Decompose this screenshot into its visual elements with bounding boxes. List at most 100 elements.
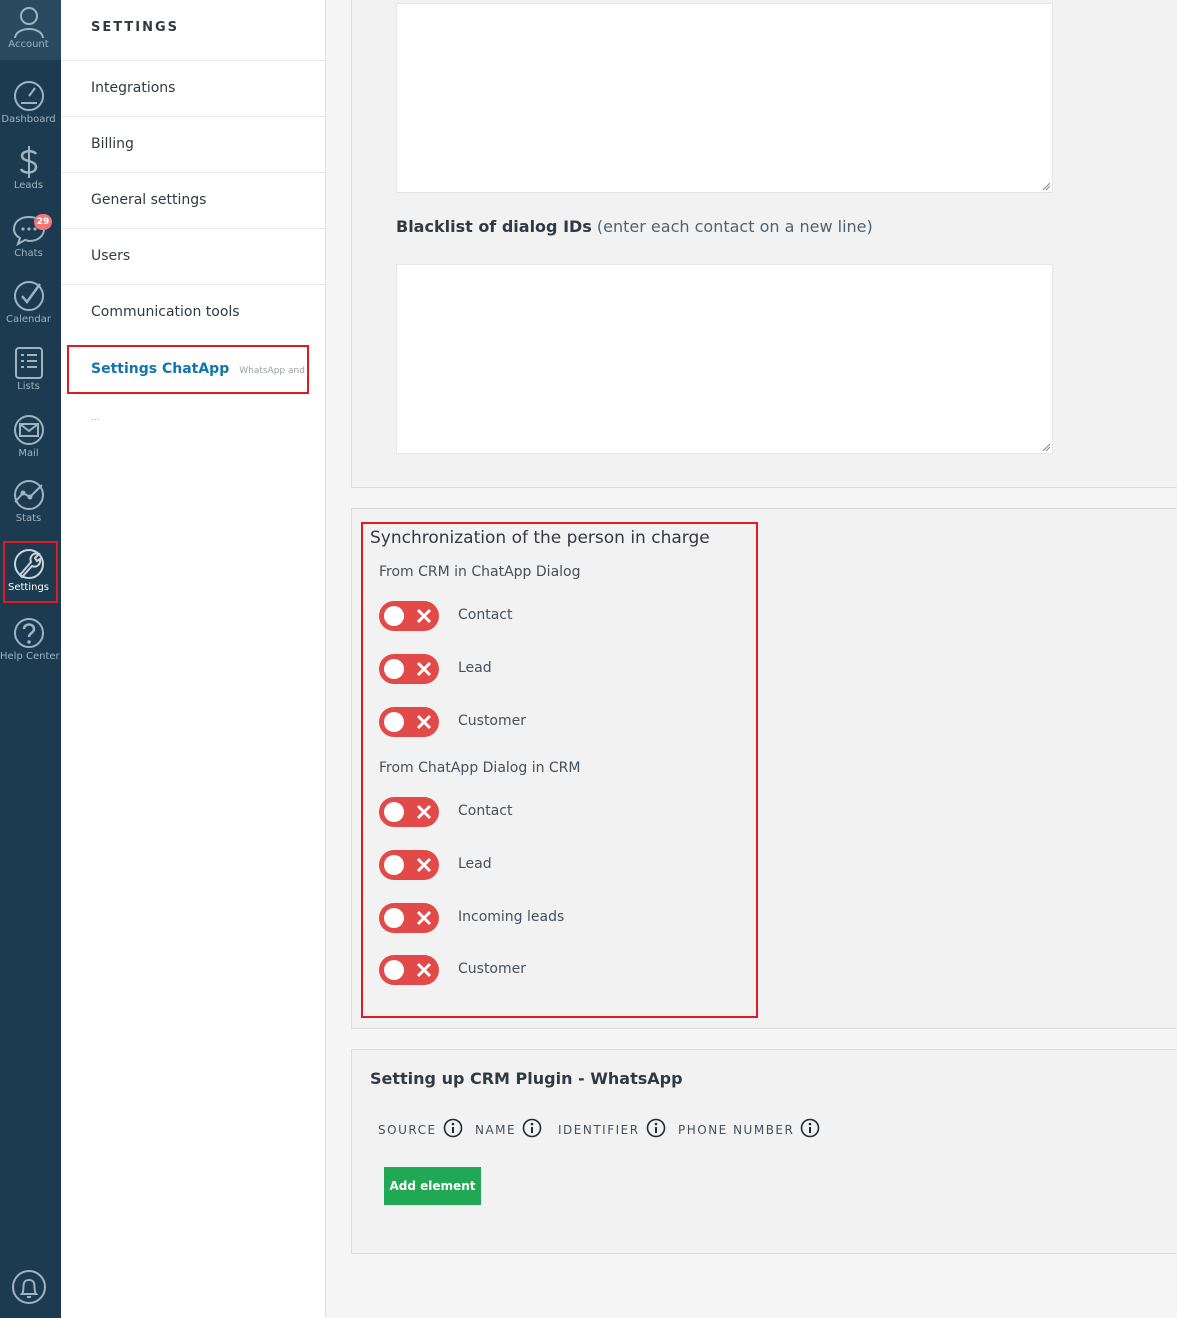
close-icon — [416, 661, 432, 677]
toggle-knob — [384, 659, 404, 679]
toggle-row-chatapp-customer: Customer — [379, 955, 679, 985]
toggle-label: Lead — [458, 660, 492, 676]
nav-item-dashboard[interactable]: Dashboard — [0, 79, 57, 125]
menu-item-users[interactable]: Users — [61, 228, 325, 284]
column-header-source: SOURCE — [378, 1118, 463, 1142]
nav-item-stats[interactable]: Stats — [0, 478, 57, 524]
nav-label: Calendar — [6, 314, 51, 325]
close-icon — [416, 608, 432, 624]
column-header-name: NAME — [475, 1118, 542, 1142]
blacklist-hint: (enter each contact on a new line) — [596, 217, 873, 236]
toggle-knob — [384, 960, 404, 980]
nav-label: Mail — [18, 448, 39, 459]
info-icon[interactable] — [646, 1118, 666, 1138]
toggle-label: Customer — [458, 713, 527, 729]
calendar-check-icon — [13, 281, 44, 311]
settings-highlight-box — [3, 541, 58, 603]
toggle-row-crm-customer: Customer — [379, 707, 679, 737]
nav-label: Stats — [15, 513, 42, 524]
toggle-label: Customer — [458, 961, 527, 977]
nav-item-help-center[interactable]: Help Center — [0, 616, 60, 662]
close-icon — [416, 804, 432, 820]
nav-item-mail[interactable]: Mail — [0, 413, 57, 459]
chatapp-contact-toggle[interactable] — [379, 797, 439, 827]
help-icon — [13, 618, 44, 648]
crm-contact-toggle[interactable] — [379, 601, 439, 631]
dialog-filters-panel: Blacklist of dialog IDs (enter each cont… — [351, 0, 1177, 488]
contacts-textarea[interactable] — [396, 3, 1053, 193]
nav-label: Lists — [17, 381, 40, 392]
dashboard-icon — [13, 81, 44, 111]
info-icon[interactable] — [443, 1118, 463, 1138]
from-crm-heading: From CRM in ChatApp Dialog — [379, 564, 581, 580]
column-label: PHONE NUMBER — [678, 1123, 795, 1137]
toggle-label: Contact — [458, 607, 513, 623]
mail-icon — [13, 415, 44, 445]
nav-label-account: Account — [8, 39, 49, 50]
bell-icon[interactable] — [10, 1268, 48, 1306]
toggle-row-chatapp-incoming-leads: Incoming leads — [379, 903, 679, 933]
toggle-knob — [384, 855, 404, 875]
toggle-knob — [384, 802, 404, 822]
chatapp-lead-toggle[interactable] — [379, 850, 439, 880]
column-label: SOURCE — [378, 1123, 437, 1137]
toggle-label: Contact — [458, 803, 513, 819]
column-header-phone-number: PHONE NUMBER — [678, 1118, 820, 1142]
toggle-knob — [384, 712, 404, 732]
column-label: NAME — [475, 1123, 517, 1137]
toggle-label: Lead — [458, 856, 492, 872]
info-icon[interactable] — [800, 1118, 820, 1138]
nav-item-calendar[interactable]: Calendar — [0, 279, 57, 325]
toggle-row-crm-contact: Contact — [379, 601, 679, 631]
menu-item-general-settings[interactable]: General settings — [61, 172, 325, 228]
toggle-knob — [384, 908, 404, 928]
toggle-row-crm-lead: Lead — [379, 654, 679, 684]
column-label: IDENTIFIER — [558, 1123, 640, 1137]
column-header-identifier: IDENTIFIER — [558, 1118, 666, 1142]
blacklist-title: Blacklist of dialog IDs — [396, 217, 592, 236]
close-icon — [416, 910, 432, 926]
menu-item-communication-tools[interactable]: Communication tools — [61, 284, 325, 340]
menu-title: SETTINGS — [91, 20, 180, 35]
blacklist-textarea[interactable] — [396, 264, 1053, 454]
account-area[interactable]: Account — [0, 0, 61, 60]
nav-label: Dashboard — [1, 114, 56, 125]
nav-label: Leads — [13, 180, 44, 191]
add-element-button[interactable]: Add element — [384, 1167, 481, 1205]
nav-item-lists[interactable]: Lists — [0, 346, 57, 392]
sync-title: Synchronization of the person in charge — [370, 528, 710, 548]
crm-lead-toggle[interactable] — [379, 654, 439, 684]
nav-account[interactable]: Account — [0, 4, 57, 50]
close-icon — [416, 857, 432, 873]
nav-item-leads[interactable]: Leads — [0, 145, 57, 191]
stats-icon — [13, 480, 44, 510]
toggle-knob — [384, 606, 404, 626]
resize-grip-icon[interactable] — [1042, 443, 1050, 451]
toggle-label: Incoming leads — [458, 909, 565, 925]
main-content: Blacklist of dialog IDs (enter each cont… — [326, 0, 1177, 1318]
dollar-icon — [19, 146, 37, 178]
toggle-row-chatapp-contact: Contact — [379, 797, 679, 827]
list-icon — [14, 347, 43, 379]
nav-label: Help Center — [0, 651, 60, 662]
menu-item-label: Settings ChatApp — [91, 361, 230, 377]
close-icon — [416, 714, 432, 730]
settings-menu: SETTINGS Integrations Billing General se… — [61, 0, 326, 1318]
left-nav: Account Dashboard Leads Chats 29 Calenda… — [0, 0, 61, 1318]
crm-plugin-title: Setting up CRM Plugin - WhatsApp — [370, 1069, 683, 1088]
crm-customer-toggle[interactable] — [379, 707, 439, 737]
chatapp-customer-toggle[interactable] — [379, 955, 439, 985]
nav-label: Chats — [14, 248, 43, 259]
toggle-row-chatapp-lead: Lead — [379, 850, 679, 880]
account-icon — [13, 7, 44, 38]
from-chatapp-heading: From ChatApp Dialog in CRM — [379, 760, 581, 776]
chat-count-badge: 29 — [34, 214, 52, 230]
menu-item-integrations[interactable]: Integrations — [61, 60, 325, 116]
chatapp-incoming-leads-toggle[interactable] — [379, 903, 439, 933]
menu-item-settings-chatapp[interactable]: Settings ChatApp WhatsApp and ... — [67, 345, 309, 423]
menu-item-billing[interactable]: Billing — [61, 116, 325, 172]
close-icon — [416, 962, 432, 978]
info-icon[interactable] — [522, 1118, 542, 1138]
resize-grip-icon[interactable] — [1042, 182, 1050, 190]
blacklist-label: Blacklist of dialog IDs (enter each cont… — [396, 217, 873, 236]
